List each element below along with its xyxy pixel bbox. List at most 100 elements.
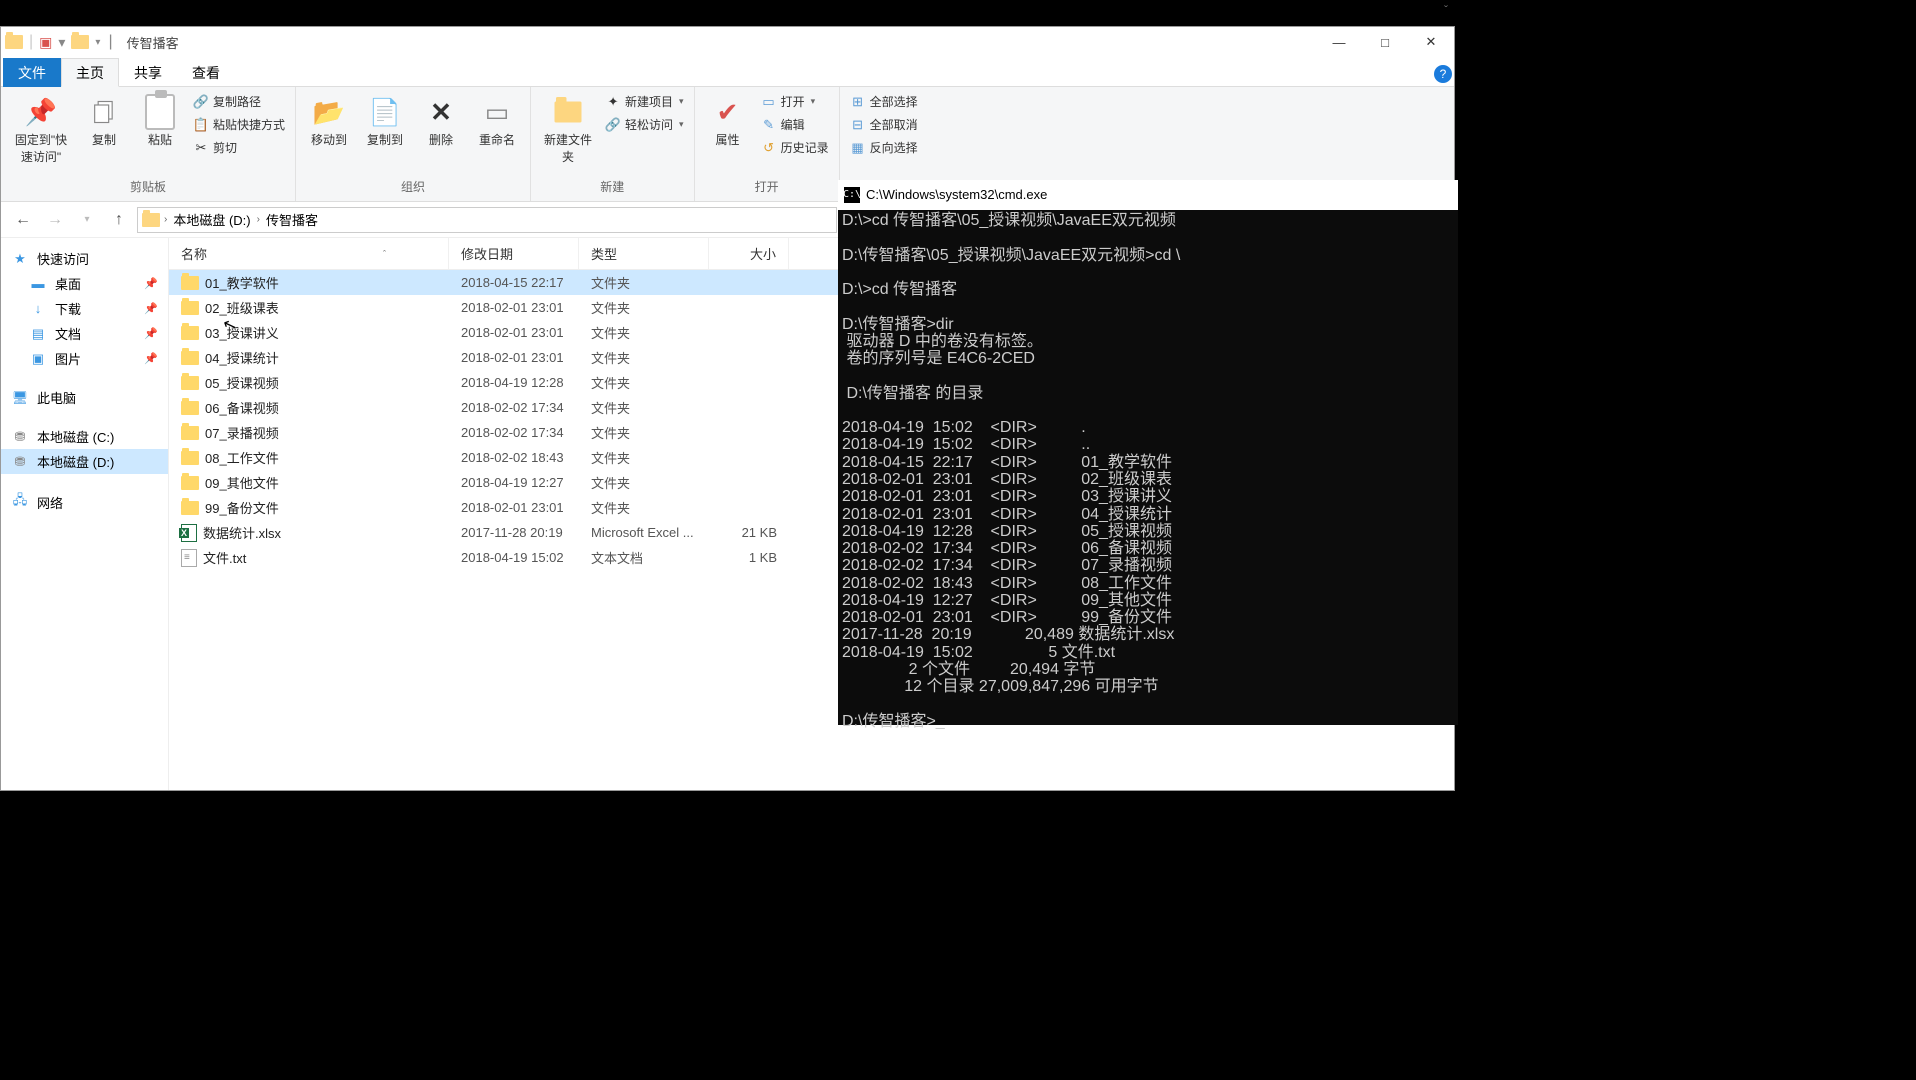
- edit-icon: ✎: [761, 117, 777, 133]
- selectnone-button[interactable]: ⊟全部取消: [848, 114, 920, 135]
- cmd-icon: C:\: [844, 187, 860, 203]
- open-button[interactable]: ▭打开▾: [759, 91, 831, 112]
- file-type: Microsoft Excel ...: [579, 523, 709, 542]
- ribbon-tabs: 文件 主页 共享 查看 ˇ: [1, 57, 1454, 87]
- rename-icon: ▭: [485, 96, 510, 128]
- qa-dropdown-icon[interactable]: ▾: [95, 37, 100, 48]
- sidebar-pictures[interactable]: ▣图片📌: [1, 346, 168, 371]
- crumb-drive[interactable]: 本地磁盘 (D:): [171, 208, 252, 231]
- folder-icon: [181, 501, 199, 515]
- file-size: 1 KB: [709, 548, 789, 567]
- qa-sep: |: [29, 33, 33, 51]
- sort-asc-icon: ˆ: [383, 249, 436, 259]
- file-type: 文件夹: [579, 321, 709, 344]
- nav-recent-button[interactable]: ▾: [73, 206, 101, 234]
- copypath-icon: 🔗: [193, 94, 209, 110]
- newitem-button[interactable]: ✦新建项目▾: [603, 91, 686, 112]
- selectnone-icon: ⊟: [850, 117, 866, 133]
- col-date[interactable]: 修改日期: [449, 238, 579, 269]
- close-button[interactable]: ✕: [1408, 27, 1454, 57]
- downloads-icon: ↓: [29, 301, 47, 316]
- sidebar: ★快速访问 ▬桌面📌 ↓下载📌 ▤文档📌 ▣图片📌 🖥此电脑 ⛃本地磁盘 (C:…: [1, 238, 169, 790]
- moveto-icon: 📂: [313, 96, 345, 128]
- sidebar-drive-c[interactable]: ⛃本地磁盘 (C:): [1, 424, 168, 449]
- file-type: 文件夹: [579, 446, 709, 469]
- sidebar-drive-d[interactable]: ⛃本地磁盘 (D:): [1, 449, 168, 474]
- pin-icon: 📌: [144, 327, 158, 340]
- desktop-icon: ▬: [29, 276, 47, 291]
- file-date: 2018-02-01 23:01: [449, 348, 579, 367]
- selectall-button[interactable]: ⊞全部选择: [848, 91, 920, 112]
- sidebar-quickaccess[interactable]: ★快速访问: [1, 246, 168, 271]
- file-type: 文件夹: [579, 396, 709, 419]
- file-date: 2017-11-28 20:19: [449, 523, 579, 542]
- moveto-button[interactable]: 📂移动到: [304, 91, 354, 150]
- qa-open-icon[interactable]: ▾: [58, 34, 65, 51]
- maximize-button[interactable]: □: [1362, 27, 1408, 57]
- file-date: 2018-02-02 17:34: [449, 398, 579, 417]
- app-icon: [5, 35, 23, 49]
- sidebar-documents[interactable]: ▤文档📌: [1, 321, 168, 346]
- minimize-button[interactable]: —: [1316, 27, 1362, 57]
- documents-icon: ▤: [29, 326, 47, 342]
- sidebar-downloads[interactable]: ↓下载📌: [1, 296, 168, 321]
- file-size: [709, 481, 789, 485]
- history-icon: ↺: [761, 140, 777, 156]
- col-size[interactable]: 大小: [709, 238, 789, 269]
- paste-button[interactable]: 粘贴: [135, 91, 185, 150]
- col-type[interactable]: 类型: [579, 238, 709, 269]
- tab-home[interactable]: 主页: [61, 58, 119, 87]
- network-icon: 🖧: [11, 491, 29, 513]
- rename-button[interactable]: ▭重命名: [472, 91, 522, 150]
- copy-button[interactable]: 复制: [79, 91, 129, 150]
- cmd-titlebar[interactable]: C:\ C:\Windows\system32\cmd.exe: [838, 180, 1458, 210]
- copyto-button[interactable]: 📄复制到: [360, 91, 410, 150]
- easyaccess-button[interactable]: 🔗轻松访问▾: [603, 114, 686, 135]
- ribbon-collapse-icon[interactable]: ˇ: [1444, 3, 1448, 17]
- ribbon-group-new: 新建文件夹 ✦新建项目▾ 🔗轻松访问▾ 新建: [531, 87, 695, 201]
- excel-icon: [181, 524, 197, 542]
- file-name: 数据统计.xlsx: [203, 523, 281, 542]
- newfolder-button[interactable]: 新建文件夹: [539, 91, 597, 167]
- breadcrumb[interactable]: › 本地磁盘 (D:) › 传智播客: [137, 207, 837, 233]
- crumb-folder[interactable]: 传智播客: [264, 208, 320, 231]
- tab-view[interactable]: 查看: [177, 58, 235, 87]
- file-type: 文本文档: [579, 546, 709, 569]
- pin-icon: 📌: [144, 302, 158, 315]
- tab-share[interactable]: 共享: [119, 58, 177, 87]
- qa-folder-icon[interactable]: [71, 35, 89, 49]
- edit-button[interactable]: ✎编辑: [759, 114, 831, 135]
- cmd-window: C:\ C:\Windows\system32\cmd.exe D:\>cd 传…: [838, 180, 1458, 725]
- cmd-output[interactable]: D:\>cd 传智播客\05_授课视频\JavaEE双元视频 D:\传智播客\0…: [838, 210, 1458, 732]
- ribbon-group-clipboard: 📌 固定到"快速访问" 复制 粘贴 🔗复制路径 📋粘贴快捷方式 ✂剪切 剪贴板: [1, 87, 296, 201]
- pin-quickaccess-button[interactable]: 📌 固定到"快速访问": [9, 91, 73, 167]
- file-size: [709, 281, 789, 285]
- history-button[interactable]: ↺历史记录: [759, 137, 831, 158]
- file-type: 文件夹: [579, 296, 709, 319]
- sidebar-network[interactable]: 🖧网络: [1, 488, 168, 516]
- sidebar-desktop[interactable]: ▬桌面📌: [1, 271, 168, 296]
- properties-button[interactable]: ✔属性: [703, 91, 753, 150]
- file-size: [709, 456, 789, 460]
- col-name[interactable]: 名称ˆ: [169, 238, 449, 269]
- folder-icon: [181, 451, 199, 465]
- copy-path-button[interactable]: 🔗复制路径: [191, 91, 287, 112]
- nav-forward-button[interactable]: →: [41, 206, 69, 234]
- newfolder-icon: [559, 96, 577, 128]
- file-date: 2018-04-19 12:28: [449, 373, 579, 392]
- invert-button[interactable]: ▦反向选择: [848, 137, 920, 158]
- file-date: 2018-04-15 22:17: [449, 273, 579, 292]
- nav-up-button[interactable]: ↑: [105, 206, 133, 234]
- file-size: [709, 506, 789, 510]
- file-type: 文件夹: [579, 471, 709, 494]
- nav-back-button[interactable]: ←: [9, 206, 37, 234]
- delete-button[interactable]: ✕删除: [416, 91, 466, 150]
- cut-button[interactable]: ✂剪切: [191, 137, 287, 158]
- help-icon[interactable]: ?: [1434, 65, 1452, 83]
- tab-file[interactable]: 文件: [3, 58, 61, 87]
- file-name: 04_授课统计: [205, 348, 279, 367]
- folder-icon: [181, 476, 199, 490]
- qa-properties-icon[interactable]: ▣: [39, 34, 52, 51]
- paste-shortcut-button[interactable]: 📋粘贴快捷方式: [191, 114, 287, 135]
- sidebar-thispc[interactable]: 🖥此电脑: [1, 385, 168, 410]
